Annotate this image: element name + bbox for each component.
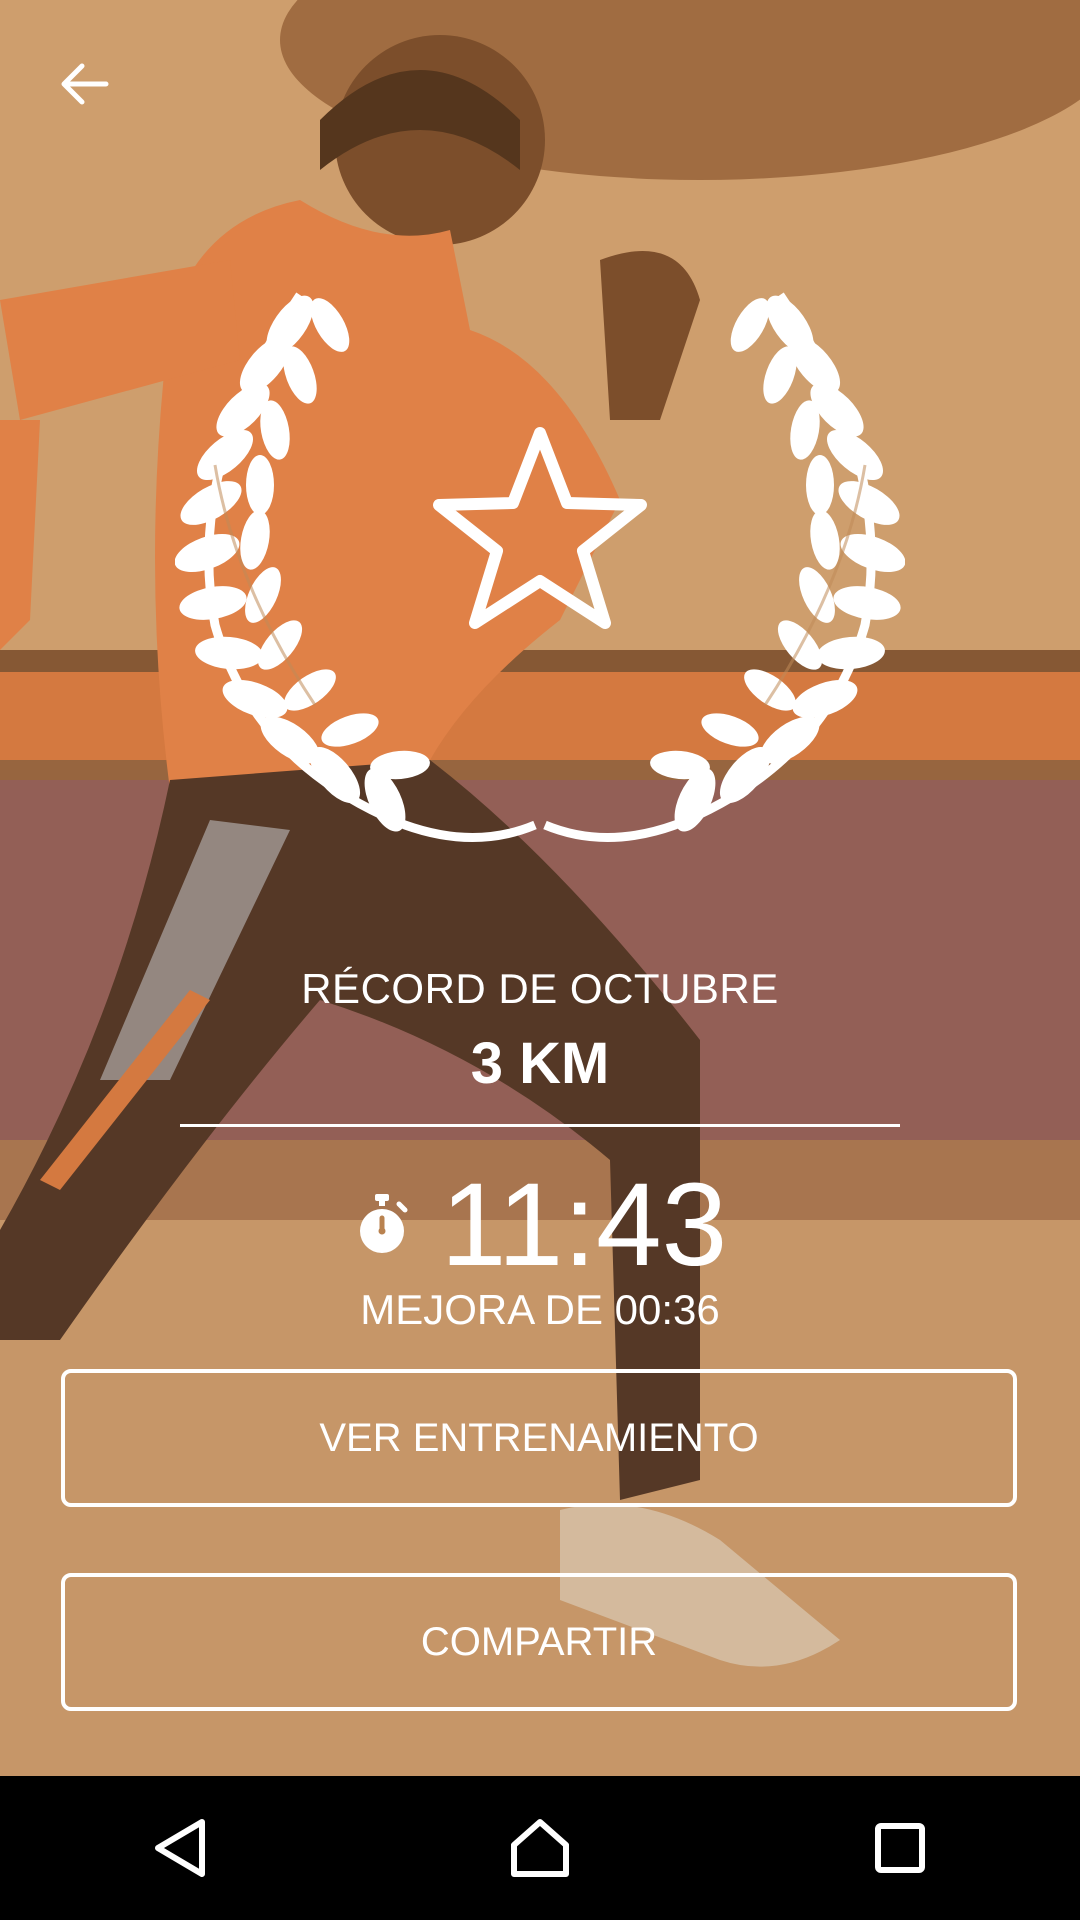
nav-recents-button[interactable] bbox=[840, 1788, 960, 1908]
star-icon bbox=[433, 427, 647, 629]
record-screen: RÉCORD DE OCTUBRE 3 KM 11:43 MEJORA DE 0… bbox=[0, 0, 1080, 1776]
system-navigation-bar bbox=[0, 1776, 1080, 1920]
stopwatch-icon bbox=[359, 1194, 408, 1253]
square-recents-icon bbox=[875, 1823, 925, 1873]
record-time: 11:43 bbox=[440, 1159, 728, 1291]
record-distance: 3 KM bbox=[470, 1031, 610, 1096]
back-button[interactable] bbox=[44, 44, 124, 124]
record-title: RÉCORD DE OCTUBRE bbox=[301, 965, 779, 1012]
share-button[interactable]: COMPARTIR bbox=[61, 1573, 1017, 1711]
divider bbox=[180, 1124, 900, 1127]
record-time-row: 11:43 bbox=[0, 1160, 1080, 1290]
improvement-text: MEJORA DE 00:36 bbox=[360, 1286, 720, 1333]
view-workout-button[interactable]: VER ENTRENAMIENTO bbox=[61, 1369, 1017, 1507]
nav-back-button[interactable] bbox=[120, 1788, 240, 1908]
home-icon bbox=[511, 1819, 569, 1877]
triangle-back-icon bbox=[155, 1819, 205, 1877]
color-overlay bbox=[0, 0, 1080, 1776]
arrow-left-icon bbox=[61, 63, 109, 105]
view-workout-label: VER ENTRENAMIENTO bbox=[319, 1415, 759, 1460]
nav-home-button[interactable] bbox=[480, 1788, 600, 1908]
laurel-wreath-icon bbox=[175, 292, 905, 842]
share-label: COMPARTIR bbox=[420, 1619, 658, 1664]
